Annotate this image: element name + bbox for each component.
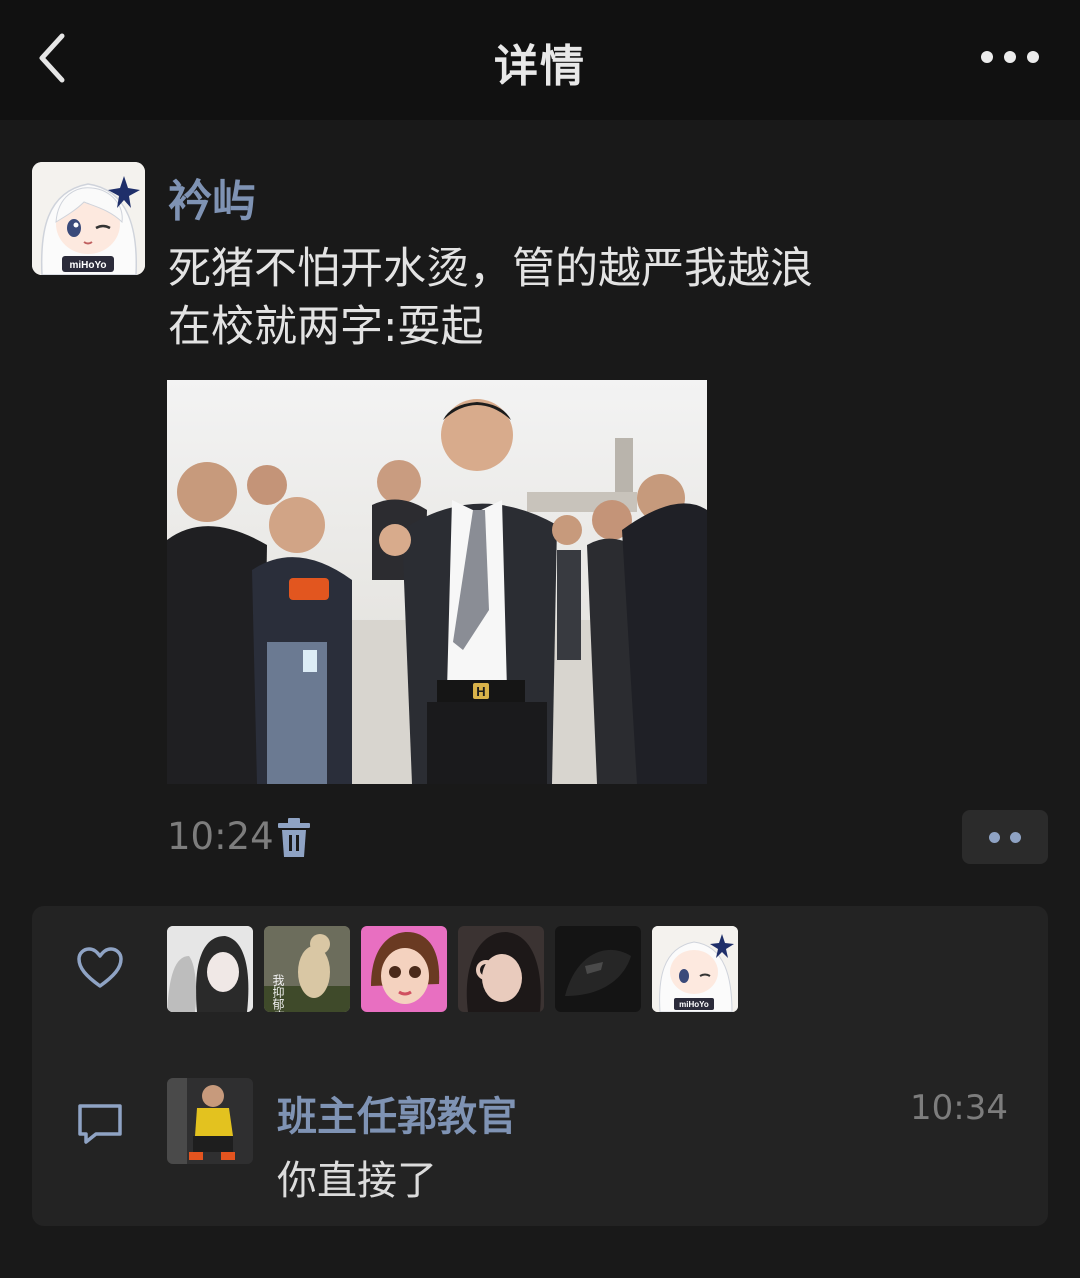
liker-image: miHoYo xyxy=(652,926,738,1012)
comment-time: 10:34 xyxy=(910,1088,1008,1128)
trash-icon xyxy=(278,818,310,857)
commenter-image xyxy=(167,1078,253,1164)
liker-image: 我抑郁症 xyxy=(264,926,350,1012)
commenter-avatar[interactable] xyxy=(167,1078,253,1164)
liker-image xyxy=(167,926,253,1012)
heart-icon xyxy=(77,947,123,988)
commenter-name[interactable]: 班主任郭教官 xyxy=(277,1084,517,1142)
more-dots-icon xyxy=(981,51,1039,63)
post-author-avatar[interactable]: miHoYo xyxy=(32,162,145,275)
post-text: 死猪不怕开水烫，管的越严我越浪 在校就两字:耍起 xyxy=(168,244,813,352)
comment-text: 你直接了 xyxy=(277,1158,437,1204)
liker-avatar-caption: 我抑郁症 xyxy=(271,974,285,1012)
photo-crowd-image: H xyxy=(167,380,707,784)
page-title: 详情 xyxy=(494,41,586,92)
delete-post-button[interactable] xyxy=(276,817,312,859)
dot-icon xyxy=(1010,832,1021,843)
liker-image xyxy=(361,926,447,1012)
liker-avatar-logo: miHoYo xyxy=(679,1000,709,1009)
post-photo[interactable]: H xyxy=(167,380,707,784)
avatar-logo-text: miHoYo xyxy=(69,260,106,271)
anime-girl-avatar-image: miHoYo xyxy=(32,162,145,275)
liker-avatar-1[interactable] xyxy=(167,926,253,1012)
like-comment-menu-button[interactable] xyxy=(962,810,1048,864)
liker-avatar-6[interactable]: miHoYo xyxy=(652,926,738,1012)
post-time: 10:24 xyxy=(167,815,274,858)
belt-buckle-letter: H xyxy=(476,684,485,699)
liker-avatar-3[interactable] xyxy=(361,926,447,1012)
liker-image xyxy=(555,926,641,1012)
likes-comments-panel: 我抑郁症 miHoYo 班主任郭教官 10:34 你直接了 xyxy=(32,906,1048,1226)
dot-icon xyxy=(989,832,1000,843)
liker-avatar-4[interactable] xyxy=(458,926,544,1012)
liker-image xyxy=(458,926,544,1012)
liker-avatar-5[interactable] xyxy=(555,926,641,1012)
comment-icon xyxy=(78,1104,122,1144)
liker-avatar-2[interactable]: 我抑郁症 xyxy=(264,926,350,1012)
post-author-name[interactable]: 衿屿 xyxy=(168,165,256,229)
more-button[interactable] xyxy=(980,42,1040,72)
top-bar: 详情 xyxy=(0,0,1080,120)
